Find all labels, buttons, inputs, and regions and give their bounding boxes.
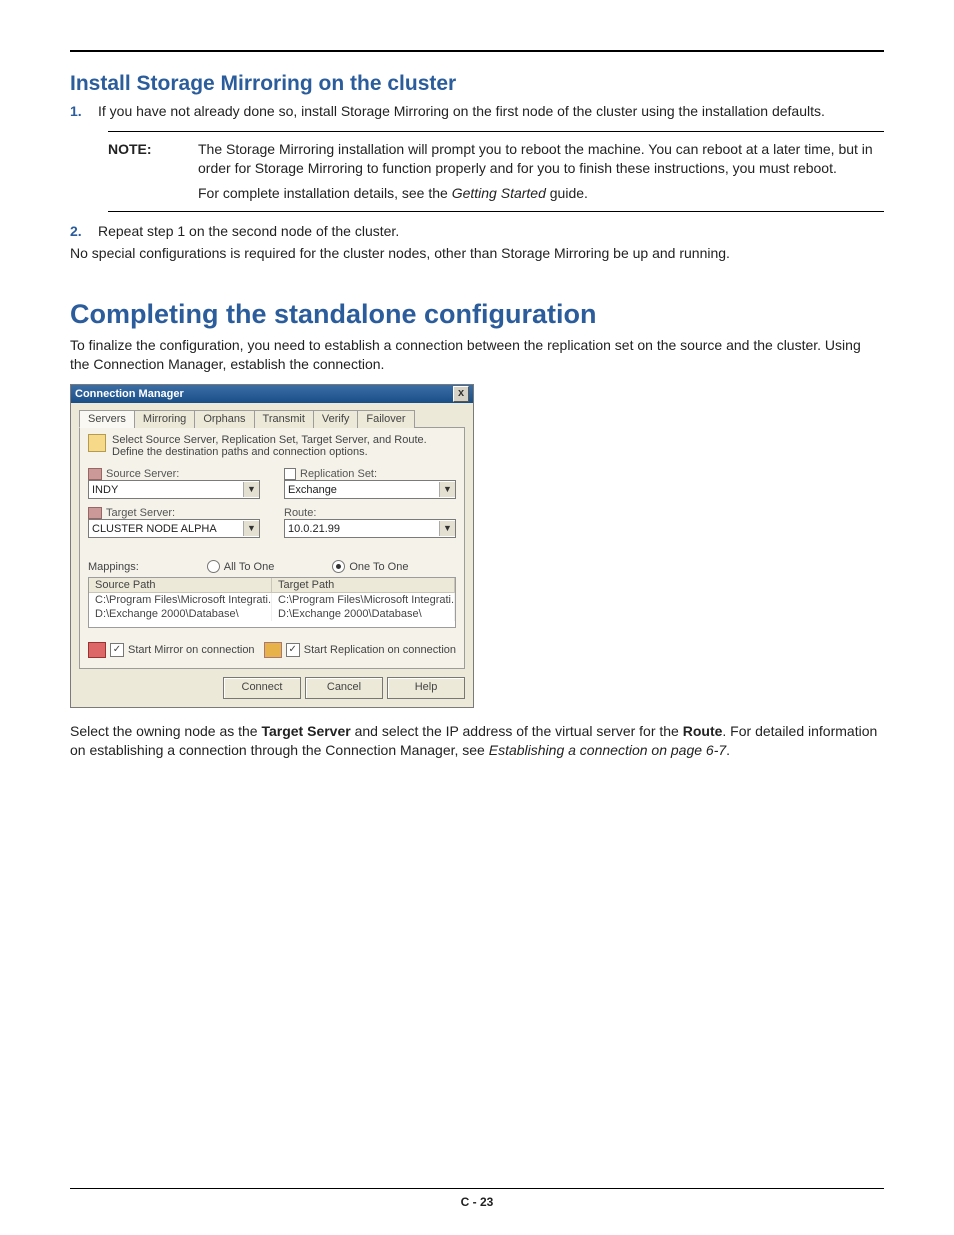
cell-source: C:\Program Files\Microsoft Integrati... — [89, 593, 272, 607]
cell-target: C:\Program Files\Microsoft Integrati... — [272, 593, 455, 607]
tab-transmit[interactable]: Transmit — [254, 410, 314, 428]
chevron-down-icon[interactable]: ▼ — [439, 521, 455, 536]
checkbox-start-mirror[interactable]: ✓ Start Mirror on connection — [88, 642, 255, 658]
server-icon — [88, 468, 102, 480]
close-button[interactable]: x — [453, 386, 469, 402]
mappings-table: Source Path Target Path C:\Program Files… — [88, 577, 456, 628]
checkbox-label: Start Mirror on connection — [128, 644, 255, 656]
server-icon — [88, 507, 102, 519]
table-row[interactable]: C:\Program Files\Microsoft Integrati... … — [89, 593, 455, 607]
text-bold-target: Target Server — [261, 723, 350, 739]
col-target-path: Target Path — [272, 578, 455, 593]
label-text: Target Server: — [106, 507, 175, 519]
bottom-rule — [70, 1188, 884, 1189]
radio-icon — [332, 560, 345, 573]
section-heading-install: Install Storage Mirroring on the cluster — [70, 72, 884, 96]
combo-value: CLUSTER NODE ALPHA — [89, 523, 243, 535]
section-heading-completing: Completing the standalone configuration — [70, 299, 884, 330]
radio-icon — [207, 560, 220, 573]
ordered-list-1: 1. If you have not already done so, inst… — [70, 102, 884, 121]
info-icon — [88, 434, 106, 452]
text-italic-ref: Establishing a connection on page 6-7 — [489, 742, 726, 758]
ordered-list-2: 2. Repeat step 1 on the second node of t… — [70, 222, 884, 241]
combo-value: Exchange — [285, 484, 439, 496]
dialog-titlebar: Connection Manager x — [71, 385, 473, 403]
radio-one-to-one[interactable]: One To One — [332, 560, 408, 573]
dialog-button-bar: Connect Cancel Help — [79, 677, 465, 699]
list-icon — [284, 468, 296, 480]
checkbox-label: Start Replication on connection — [304, 644, 456, 656]
note-text-pre: For complete installation details, see t… — [198, 185, 452, 201]
top-rule — [70, 50, 884, 52]
paragraph-finalize: To finalize the configuration, you need … — [70, 336, 884, 374]
source-server-combo[interactable]: INDY ▼ — [88, 480, 260, 499]
checkbox-icon: ✓ — [110, 643, 124, 657]
checkbox-icon: ✓ — [286, 643, 300, 657]
col-source-path: Source Path — [89, 578, 272, 593]
mappings-label: Mappings: — [88, 561, 139, 573]
note-box: NOTE: The Storage Mirroring installation… — [108, 131, 884, 212]
checkbox-start-replication[interactable]: ✓ Start Replication on connection — [264, 642, 456, 658]
table-header: Source Path Target Path — [89, 578, 455, 593]
dialog-title: Connection Manager — [75, 388, 184, 400]
label-route: Route: — [284, 507, 456, 519]
page-number: C - 23 — [0, 1195, 954, 1209]
cancel-button[interactable]: Cancel — [305, 677, 383, 699]
replication-set-combo[interactable]: Exchange ▼ — [284, 480, 456, 499]
list-number: 2. — [70, 222, 98, 241]
help-button[interactable]: Help — [387, 677, 465, 699]
connect-button[interactable]: Connect — [223, 677, 301, 699]
radio-label: One To One — [349, 561, 408, 573]
cell-source: D:\Exchange 2000\Database\ — [89, 607, 272, 621]
note-body-1: The Storage Mirroring installation will … — [198, 140, 884, 178]
table-row[interactable]: D:\Exchange 2000\Database\ D:\Exchange 2… — [89, 607, 455, 621]
note-label: NOTE: — [108, 140, 198, 178]
combo-value: 10.0.21.99 — [285, 523, 439, 535]
tab-mirroring[interactable]: Mirroring — [134, 410, 195, 428]
paragraph-closing: Select the owning node as the Target Ser… — [70, 722, 884, 760]
tab-failover[interactable]: Failover — [357, 410, 414, 428]
note-label-spacer — [108, 184, 198, 203]
list-text: If you have not already done so, install… — [98, 102, 825, 121]
cell-target: D:\Exchange 2000\Database\ — [272, 607, 455, 621]
tab-orphans[interactable]: Orphans — [194, 410, 254, 428]
label-text: Source Server: — [106, 468, 179, 480]
dialog-instructions: Select Source Server, Replication Set, T… — [112, 434, 456, 458]
chevron-down-icon[interactable]: ▼ — [439, 482, 455, 497]
mirror-icon — [88, 642, 106, 658]
note-text-italic: Getting Started — [452, 185, 546, 201]
tab-verify[interactable]: Verify — [313, 410, 359, 428]
tab-strip: Servers Mirroring Orphans Transmit Verif… — [79, 409, 465, 428]
tab-panel-servers: Select Source Server, Replication Set, T… — [79, 428, 465, 669]
label-source-server: Source Server: — [88, 468, 260, 480]
label-replication-set: Replication Set: — [284, 468, 456, 480]
note-text-post: guide. — [546, 185, 588, 201]
route-combo[interactable]: 10.0.21.99 ▼ — [284, 519, 456, 538]
label-text: Replication Set: — [300, 468, 377, 480]
text-bold-route: Route — [683, 723, 723, 739]
label-target-server: Target Server: — [88, 507, 260, 519]
radio-label: All To One — [224, 561, 275, 573]
radio-all-to-one[interactable]: All To One — [207, 560, 275, 573]
list-item: 1. If you have not already done so, inst… — [70, 102, 884, 121]
list-item: 2. Repeat step 1 on the second node of t… — [70, 222, 884, 241]
chevron-down-icon[interactable]: ▼ — [243, 521, 259, 536]
text: . — [726, 742, 730, 758]
chevron-down-icon[interactable]: ▼ — [243, 482, 259, 497]
tab-servers[interactable]: Servers — [79, 410, 135, 428]
text: Select the owning node as the — [70, 723, 261, 739]
note-body-2: For complete installation details, see t… — [198, 184, 884, 203]
connection-manager-dialog: Connection Manager x Servers Mirroring O… — [70, 384, 474, 708]
text: and select the IP address of the virtual… — [351, 723, 683, 739]
replication-icon — [264, 642, 282, 658]
list-text: Repeat step 1 on the second node of the … — [98, 222, 399, 241]
target-server-combo[interactable]: CLUSTER NODE ALPHA ▼ — [88, 519, 260, 538]
list-number: 1. — [70, 102, 98, 121]
paragraph-no-special-config: No special configurations is required fo… — [70, 244, 884, 263]
combo-value: INDY — [89, 484, 243, 496]
label-text: Route: — [284, 507, 316, 519]
